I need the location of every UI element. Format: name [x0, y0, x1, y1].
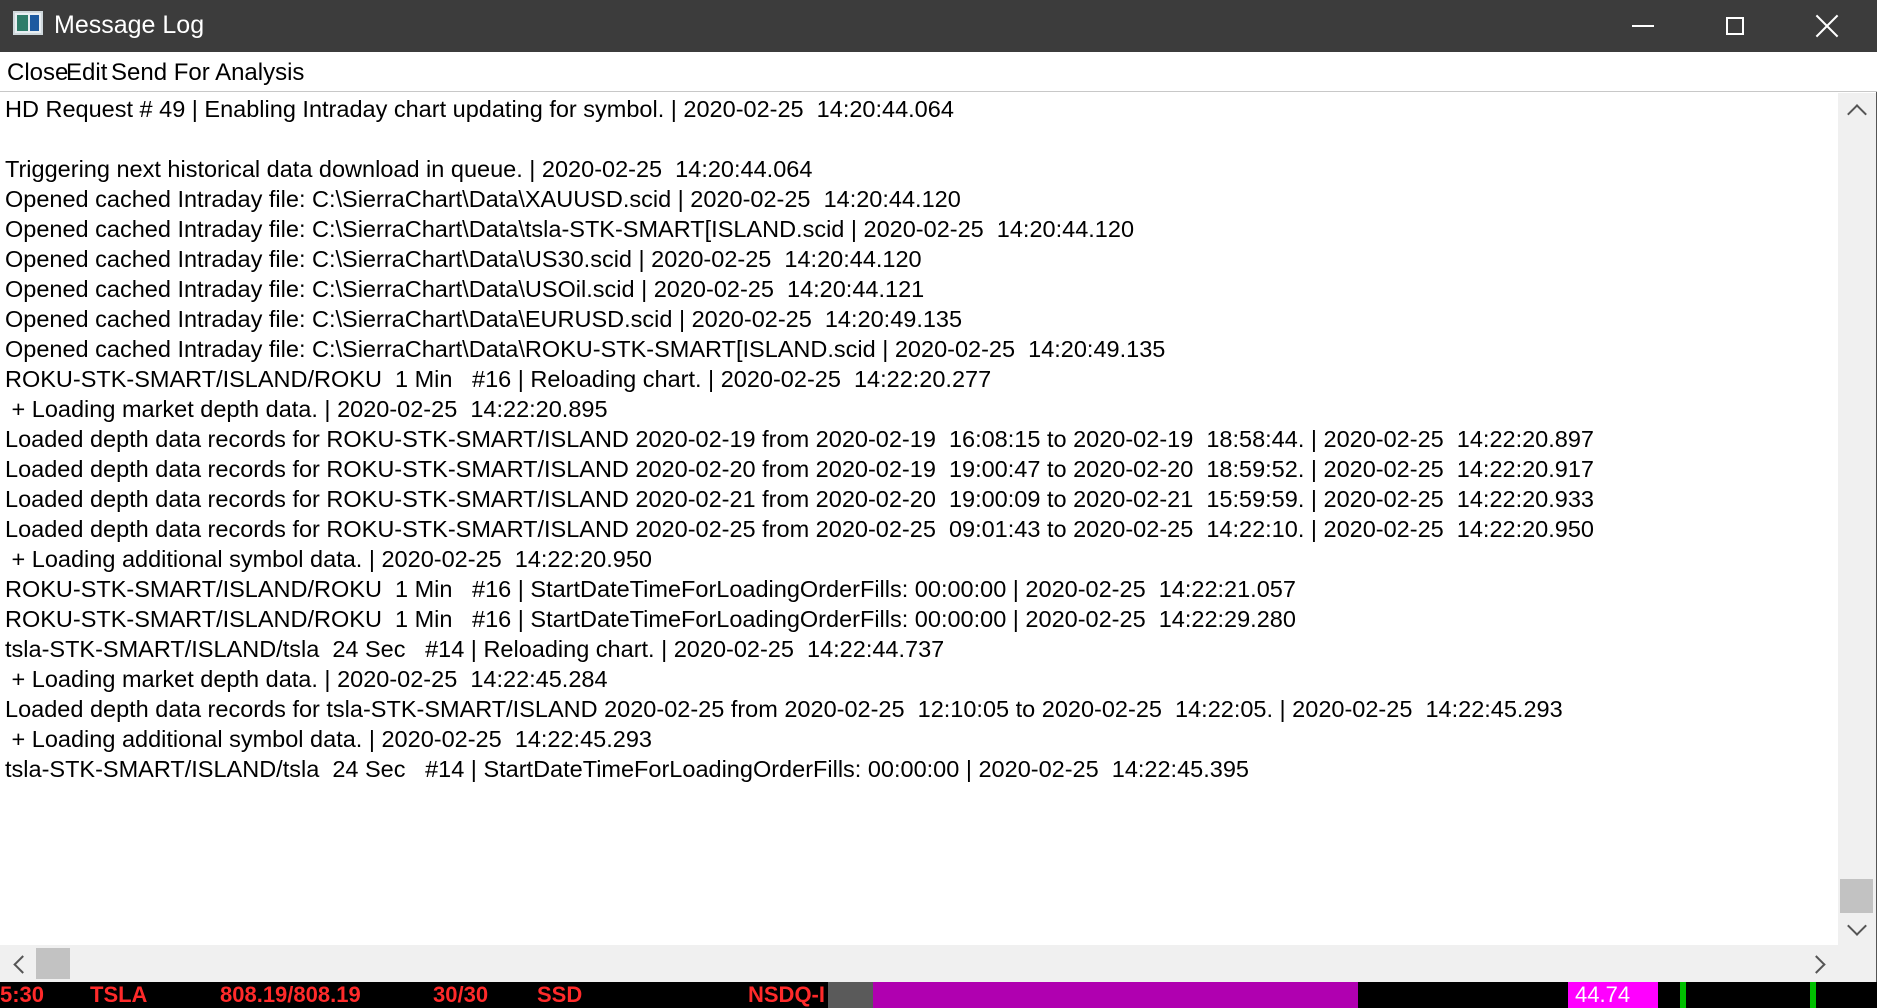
log-line: ROKU-STK-SMART/ISLAND/ROKU 1 Min #16 | R… — [5, 366, 992, 392]
log-line: + Loading additional symbol data. | 2020… — [5, 726, 652, 752]
log-line: Opened cached Intraday file: C:\SierraCh… — [5, 306, 963, 332]
vertical-scroll-thumb[interactable] — [1840, 879, 1873, 913]
scroll-right-arrow-icon[interactable] — [1807, 955, 1826, 974]
background-time-text: 5:30 — [0, 982, 45, 1007]
horizontal-scrollbar[interactable] — [0, 945, 1838, 982]
log-line: + Loading additional symbol data. | 2020… — [5, 546, 652, 572]
background-symbol-text: TSLA — [90, 982, 148, 1007]
background-value-text: 44.74 — [1575, 982, 1631, 1007]
vertical-scrollbar[interactable] — [1838, 93, 1876, 945]
scrollbar-corner — [1838, 945, 1876, 982]
message-log-text[interactable]: HD Request # 49 | Enabling Intraday char… — [0, 93, 1838, 945]
background-ratio-text: 30/30 — [433, 982, 489, 1007]
minimize-button[interactable] — [1597, 0, 1689, 52]
background-nsdq-text: NSDQ-I — [748, 982, 825, 1007]
background-green-bar — [1680, 982, 1686, 1008]
close-window-button[interactable] — [1781, 0, 1873, 52]
background-chart-strip: 5:30 TSLA 808.19/808.19 30/30 SSD NSDQ-I… — [0, 982, 1877, 1008]
horizontal-scroll-thumb[interactable] — [36, 948, 70, 979]
log-line: ROKU-STK-SMART/ISLAND/ROKU 1 Min #16 | S… — [5, 606, 1296, 632]
app-icon — [13, 11, 43, 35]
log-line: Opened cached Intraday file: C:\SierraCh… — [5, 336, 1166, 362]
scroll-up-arrow-icon[interactable] — [1847, 104, 1867, 124]
log-line: tsla-STK-SMART/ISLAND/tsla 24 Sec #14 | … — [5, 636, 945, 662]
log-line: Loaded depth data records for ROKU-STK-S… — [5, 516, 1594, 542]
log-line: Loaded depth data records for ROKU-STK-S… — [5, 426, 1594, 452]
menu-bar: Close Edit Send For Analysis — [0, 52, 1877, 92]
title-bar[interactable]: Message Log — [0, 0, 1877, 52]
maximize-icon — [1726, 17, 1744, 35]
log-line: Opened cached Intraday file: C:\SierraCh… — [5, 276, 925, 302]
log-line: + Loading market depth data. | 2020-02-2… — [5, 396, 608, 422]
menu-edit[interactable]: Edit — [66, 58, 107, 88]
log-line: Loaded depth data records for ROKU-STK-S… — [5, 486, 1594, 512]
log-line: HD Request # 49 | Enabling Intraday char… — [5, 96, 954, 122]
log-line: ROKU-STK-SMART/ISLAND/ROKU 1 Min #16 | S… — [5, 576, 1296, 602]
log-line: Opened cached Intraday file: C:\SierraCh… — [5, 216, 1135, 242]
background-price-text: 808.19/808.19 — [220, 982, 361, 1007]
background-magenta-block — [873, 982, 1358, 1008]
log-line: Opened cached Intraday file: C:\SierraCh… — [5, 186, 961, 212]
minimize-icon — [1632, 25, 1654, 27]
log-line: tsla-STK-SMART/ISLAND/tsla 24 Sec #14 | … — [5, 756, 1249, 782]
log-line: + Loading market depth data. | 2020-02-2… — [5, 666, 608, 692]
background-green-bar — [1810, 982, 1816, 1008]
log-line: Loaded depth data records for tsla-STK-S… — [5, 696, 1563, 722]
window-title: Message Log — [54, 11, 205, 39]
log-line: Triggering next historical data download… — [5, 156, 813, 182]
log-line: Opened cached Intraday file: C:\SierraCh… — [5, 246, 922, 272]
message-log-window: Message Log Close Edit Send For Analysis… — [0, 0, 1877, 982]
close-icon — [1815, 14, 1839, 38]
background-ssd-text: SSD — [537, 982, 583, 1007]
menu-close[interactable]: Close — [7, 58, 68, 88]
scroll-left-arrow-icon[interactable] — [13, 955, 32, 974]
log-line: Loaded depth data records for ROKU-STK-S… — [5, 456, 1594, 482]
maximize-button[interactable] — [1689, 0, 1781, 52]
background-gray-block — [828, 982, 873, 1008]
scroll-down-arrow-icon[interactable] — [1847, 916, 1867, 936]
menu-send-for-analysis[interactable]: Send For Analysis — [111, 58, 304, 88]
